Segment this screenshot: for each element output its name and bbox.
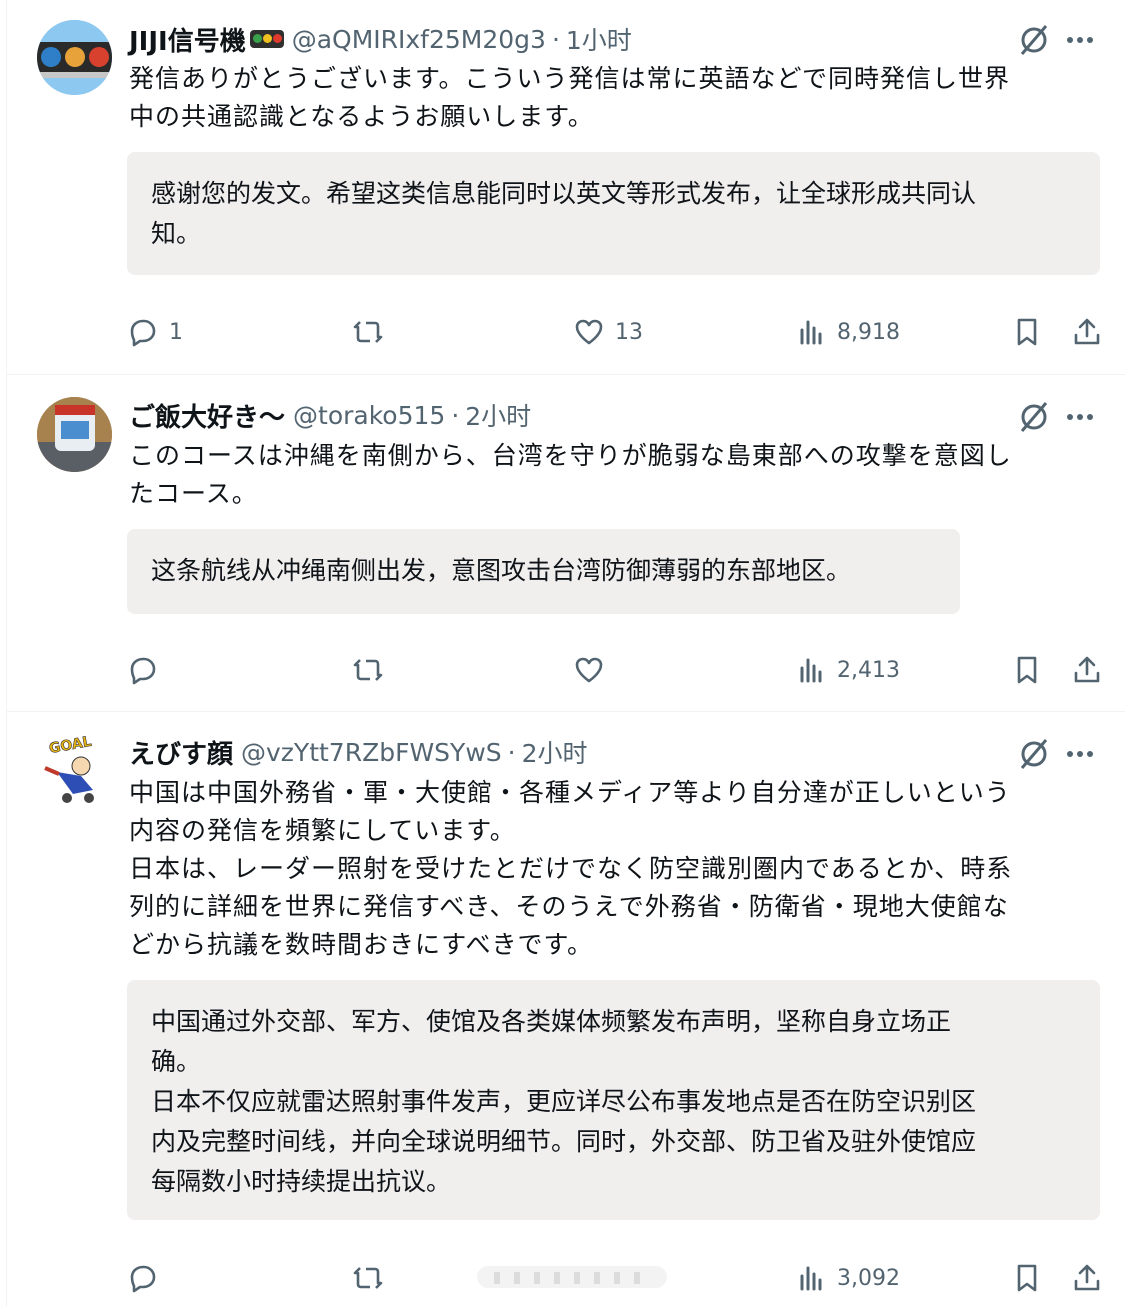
share-button[interactable] — [1071, 648, 1103, 692]
reply-button[interactable] — [127, 1256, 169, 1300]
bookmark-icon — [1017, 1264, 1037, 1292]
share-icon — [1074, 656, 1100, 683]
grok-icon[interactable] — [1016, 736, 1052, 772]
goal-cartoon-avatar-image: GOAL — [37, 732, 112, 807]
bookmark-button[interactable] — [1011, 1256, 1043, 1300]
share-icon — [1074, 318, 1100, 345]
heart-icon — [575, 657, 603, 683]
grok-icon[interactable] — [1016, 22, 1052, 58]
translation-box: 这条航线从冲绳南侧出发，意图攻击台湾防御薄弱的东部地区。 — [127, 529, 960, 614]
avatar[interactable] — [37, 20, 112, 95]
bookmark-icon — [1017, 318, 1037, 346]
bookmark-button[interactable] — [1011, 310, 1043, 354]
heart-icon — [575, 319, 603, 345]
tweet-header: ご飯大好き〜 @torako515 · 2小时 — [129, 397, 531, 433]
reply-icon — [130, 319, 156, 347]
share-icon — [1074, 1264, 1100, 1291]
more-icon[interactable] — [1062, 399, 1098, 435]
translation-box: 感谢您的发文。希望这类信息能同时以英文等形式发布，让全球形成共同认 知。 — [127, 152, 1100, 275]
views-count: 3,092 — [837, 1265, 900, 1291]
food-can-avatar-image — [37, 397, 112, 472]
views-button[interactable]: 3,092 — [795, 1256, 900, 1300]
retweet-icon — [353, 659, 383, 681]
tweet-text: このコースは沖縄を南側から、台湾を守りが脆弱な島東部への攻撃を意図し たコース。 — [129, 441, 1012, 508]
grok-icon[interactable] — [1016, 399, 1052, 435]
tweet-3[interactable]: GOAL えびす顔 @vzYtt7RZbFWSYwS · 2小时 中国は中国外務… — [7, 712, 1125, 1307]
avatar[interactable]: GOAL — [37, 732, 112, 807]
translation-box: 中国通过外交部、军方、使馆及各类媒体频繁发布声明，坚称自身立场正 确。 日本不仅… — [127, 980, 1100, 1220]
share-button[interactable] — [1071, 1256, 1103, 1300]
user-handle[interactable]: @torako515 — [293, 401, 445, 430]
analytics-icon — [800, 1266, 822, 1291]
views-button[interactable]: 2,413 — [795, 648, 900, 692]
views-count: 8,918 — [837, 319, 900, 345]
reply-button[interactable]: 1 — [127, 310, 183, 354]
tweet-header: えびす顔 @vzYtt7RZbFWSYwS · 2小时 — [129, 734, 588, 770]
tweet-text: 中国は中国外務省・軍・大使館・各種メディア等より自分達が正しいという 内容の発信… — [129, 778, 1013, 959]
timeline: JIJI信号機 @aQMIRIxf25M20g3 · 1小时 発信ありがとうござ… — [6, 0, 1125, 1307]
views-count: 2,413 — [837, 657, 900, 683]
separator-dot: · — [507, 737, 516, 767]
retweet-button[interactable] — [352, 1256, 394, 1300]
tweet-1[interactable]: JIJI信号機 @aQMIRIxf25M20g3 · 1小时 発信ありがとうござ… — [7, 0, 1125, 375]
traffic-light-emoji-icon — [249, 30, 284, 48]
bookmark-button[interactable] — [1011, 648, 1043, 692]
bookmark-icon — [1017, 656, 1037, 684]
share-button[interactable] — [1071, 310, 1103, 354]
retweet-button[interactable] — [352, 310, 394, 354]
timestamp[interactable]: 1小时 — [566, 21, 632, 57]
reply-icon — [130, 1265, 156, 1293]
timestamp[interactable]: 2小时 — [522, 734, 588, 770]
like-button[interactable]: 13 — [573, 310, 643, 354]
reply-button[interactable] — [127, 648, 169, 692]
display-name[interactable]: ご飯大好き〜 — [129, 397, 285, 434]
separator-dot: · — [451, 400, 460, 430]
analytics-icon — [800, 658, 822, 683]
retweet-icon — [353, 1267, 383, 1289]
reply-icon — [130, 657, 156, 685]
watermark-overlay — [477, 1262, 667, 1292]
action-bar: 1 13 8,918 — [127, 310, 1107, 354]
more-icon[interactable] — [1062, 22, 1098, 58]
separator-dot: · — [551, 24, 560, 54]
reply-count: 1 — [169, 319, 183, 345]
user-handle[interactable]: @vzYtt7RZbFWSYwS — [241, 738, 502, 767]
more-icon[interactable] — [1062, 736, 1098, 772]
avatar[interactable] — [37, 397, 112, 472]
views-button[interactable]: 8,918 — [795, 310, 900, 354]
timestamp[interactable]: 2小时 — [465, 397, 531, 433]
action-bar: 2,413 — [127, 648, 1107, 692]
tweet-2[interactable]: ご飯大好き〜 @torako515 · 2小时 このコースは沖縄を南側から、台湾… — [7, 375, 1125, 712]
display-name[interactable]: えびす顔 — [129, 734, 233, 771]
traffic-light-avatar-image — [37, 20, 112, 95]
retweet-button[interactable] — [352, 648, 394, 692]
tweet-header: JIJI信号機 @aQMIRIxf25M20g3 · 1小时 — [129, 21, 632, 57]
like-button[interactable] — [573, 648, 615, 692]
tweet-text: 発信ありがとうございます。こういう発信は常に英語などで同時発信し世界 中の共通認… — [129, 64, 1011, 131]
retweet-icon — [353, 321, 383, 343]
analytics-icon — [800, 320, 822, 345]
like-count: 13 — [615, 319, 643, 345]
display-name[interactable]: JIJI信号機 — [129, 21, 246, 58]
user-handle[interactable]: @aQMIRIxf25M20g3 — [292, 25, 546, 54]
